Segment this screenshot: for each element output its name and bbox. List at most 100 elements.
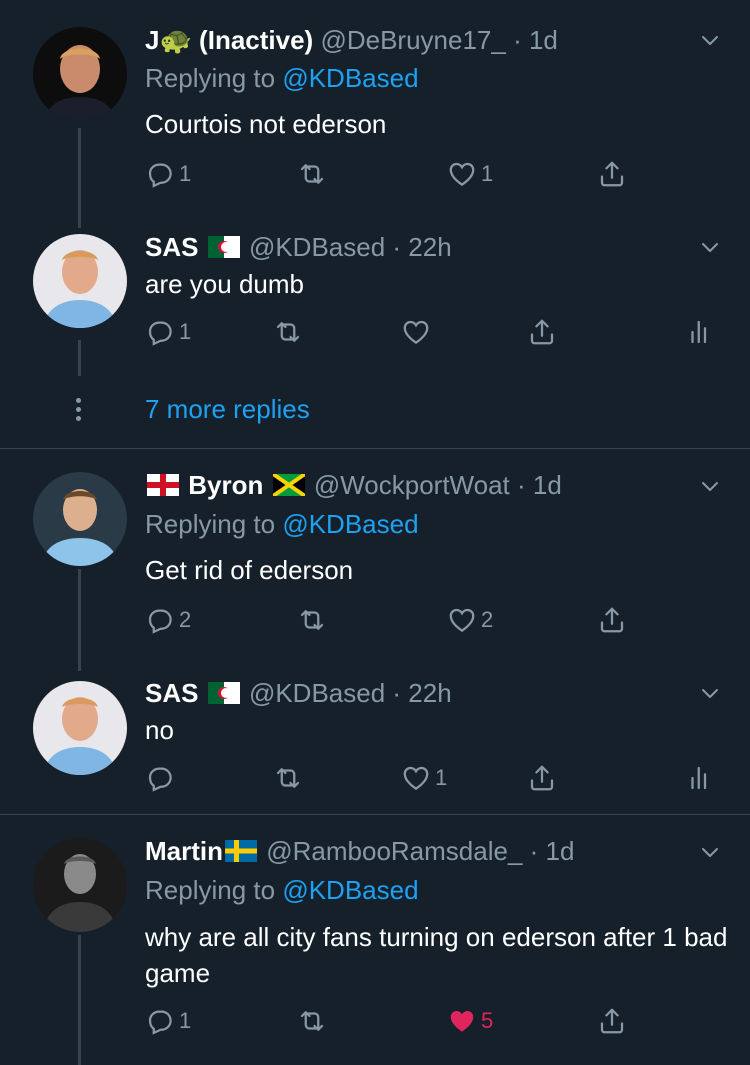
share-icon <box>597 1006 627 1036</box>
retweet-button[interactable] <box>273 312 303 352</box>
jamaica-flag-icon <box>272 474 305 497</box>
display-name[interactable]: SAS <box>145 232 198 262</box>
display-name[interactable]: J🐢 (Inactive) <box>145 25 313 55</box>
display-name[interactable]: Martin <box>145 836 223 866</box>
heart-filled-icon <box>447 1006 477 1036</box>
tweet-actions: 1 5 <box>145 1001 645 1041</box>
avatar[interactable] <box>33 234 127 328</box>
tweet-actions: 1 <box>145 758 720 798</box>
reply-button[interactable]: 1 <box>145 154 191 194</box>
like-count: 2 <box>481 607 494 632</box>
replying-label: Replying to <box>145 875 276 905</box>
handle[interactable]: @DeBruyne17_ <box>320 25 505 55</box>
thread-line <box>78 935 81 1065</box>
handle[interactable]: @WockportWoat <box>314 470 510 500</box>
tweet[interactable]: Byron @WockportWoat · 1d Replying to @KD… <box>0 449 750 673</box>
more-replies-row[interactable]: 7 more replies <box>0 378 750 448</box>
tweet-text: no <box>145 715 174 745</box>
reply-button[interactable]: 1 <box>145 312 191 352</box>
replying-to: Replying to @KDBased <box>145 509 419 539</box>
analytics-button[interactable] <box>685 758 715 798</box>
reply-button[interactable] <box>145 758 175 798</box>
reply-icon <box>145 1006 175 1036</box>
handle[interactable]: @KDBased <box>249 232 385 262</box>
like-button[interactable]: 1 <box>447 154 493 194</box>
like-button[interactable]: 2 <box>447 600 493 640</box>
analytics-icon <box>685 763 715 793</box>
chevron-down-icon[interactable] <box>698 28 722 52</box>
tweet-actions: 1 1 <box>145 154 645 194</box>
reply-button[interactable]: 2 <box>145 600 191 640</box>
timestamp[interactable]: · 22h <box>392 232 451 262</box>
display-name[interactable]: SAS <box>145 678 198 708</box>
tweet[interactable]: SAS @KDBased · 22h are you dumb 1 <box>0 228 750 378</box>
reply-count: 1 <box>179 1008 192 1033</box>
timestamp[interactable]: · 22h <box>392 678 451 708</box>
tweet-actions: 1 <box>145 312 720 352</box>
tweet-header: Byron @WockportWoat · 1d <box>145 470 562 500</box>
timestamp[interactable]: · 1d <box>530 836 575 866</box>
handle[interactable]: @RambooRamsdale_ <box>266 836 522 866</box>
replying-label: Replying to <box>145 509 276 539</box>
like-button[interactable]: 5 <box>447 1001 493 1041</box>
share-button[interactable] <box>527 758 557 798</box>
avatar[interactable] <box>33 472 127 566</box>
tweet-header: Martin @RambooRamsdale_ · 1d <box>145 836 574 866</box>
retweet-icon <box>297 605 327 635</box>
replying-to: Replying to @KDBased <box>145 63 419 93</box>
reply-icon <box>145 317 175 347</box>
avatar[interactable] <box>33 838 127 932</box>
reply-count: 2 <box>179 607 192 632</box>
share-icon <box>597 159 627 189</box>
like-count: 5 <box>481 1008 494 1033</box>
algeria-flag-icon <box>207 236 240 259</box>
like-count: 1 <box>435 765 448 790</box>
reply-icon <box>145 763 175 793</box>
tweet-text: are you dumb <box>145 269 304 299</box>
analytics-button[interactable] <box>685 312 715 352</box>
retweet-button[interactable] <box>297 1001 327 1041</box>
retweet-button[interactable] <box>273 758 303 798</box>
algeria-flag-icon <box>207 682 240 705</box>
tweet-header: SAS @KDBased · 22h <box>145 678 452 708</box>
retweet-icon <box>273 763 303 793</box>
handle[interactable]: @KDBased <box>249 678 385 708</box>
tweet-text: Courtois not ederson <box>145 109 387 139</box>
tweet-text: Get rid of ederson <box>145 555 354 585</box>
like-button[interactable]: 1 <box>401 758 447 798</box>
tweet[interactable]: SAS @KDBased · 22h no 1 <box>0 673 750 813</box>
mention-link[interactable]: @KDBased <box>282 875 418 905</box>
more-replies-link[interactable]: 7 more replies <box>145 394 310 425</box>
share-button[interactable] <box>597 600 627 640</box>
retweet-button[interactable] <box>297 600 327 640</box>
sweden-flag-icon <box>225 840 257 863</box>
reply-button[interactable]: 1 <box>145 1001 191 1041</box>
tweet[interactable]: Martin @RambooRamsdale_ · 1d Replying to… <box>0 815 750 1065</box>
tweet-text: why are all city fans turning on ederson… <box>145 922 728 988</box>
like-count: 1 <box>481 161 494 186</box>
like-button[interactable] <box>401 312 431 352</box>
retweet-button[interactable] <box>297 154 327 194</box>
heart-icon <box>447 159 477 189</box>
chevron-down-icon[interactable] <box>698 681 722 705</box>
reply-icon <box>145 605 175 635</box>
share-button[interactable] <box>597 1001 627 1041</box>
share-icon <box>527 763 557 793</box>
chevron-down-icon[interactable] <box>698 235 722 259</box>
timestamp[interactable]: · 1d <box>517 470 562 500</box>
more-dots-icon <box>76 398 82 425</box>
avatar[interactable] <box>33 681 127 775</box>
tweet-header: SAS @KDBased · 22h <box>145 232 452 262</box>
chevron-down-icon[interactable] <box>698 840 722 864</box>
mention-link[interactable]: @KDBased <box>282 63 418 93</box>
tweet[interactable]: J🐢 (Inactive) @DeBruyne17_ · 1d Replying… <box>0 0 750 228</box>
mention-link[interactable]: @KDBased <box>282 509 418 539</box>
retweet-icon <box>297 159 327 189</box>
chevron-down-icon[interactable] <box>698 474 722 498</box>
share-button[interactable] <box>597 154 627 194</box>
avatar[interactable] <box>33 27 127 121</box>
share-button[interactable] <box>527 312 557 352</box>
display-name[interactable]: Byron <box>188 470 263 500</box>
timestamp[interactable]: · 1d <box>513 25 558 55</box>
heart-icon <box>401 763 431 793</box>
